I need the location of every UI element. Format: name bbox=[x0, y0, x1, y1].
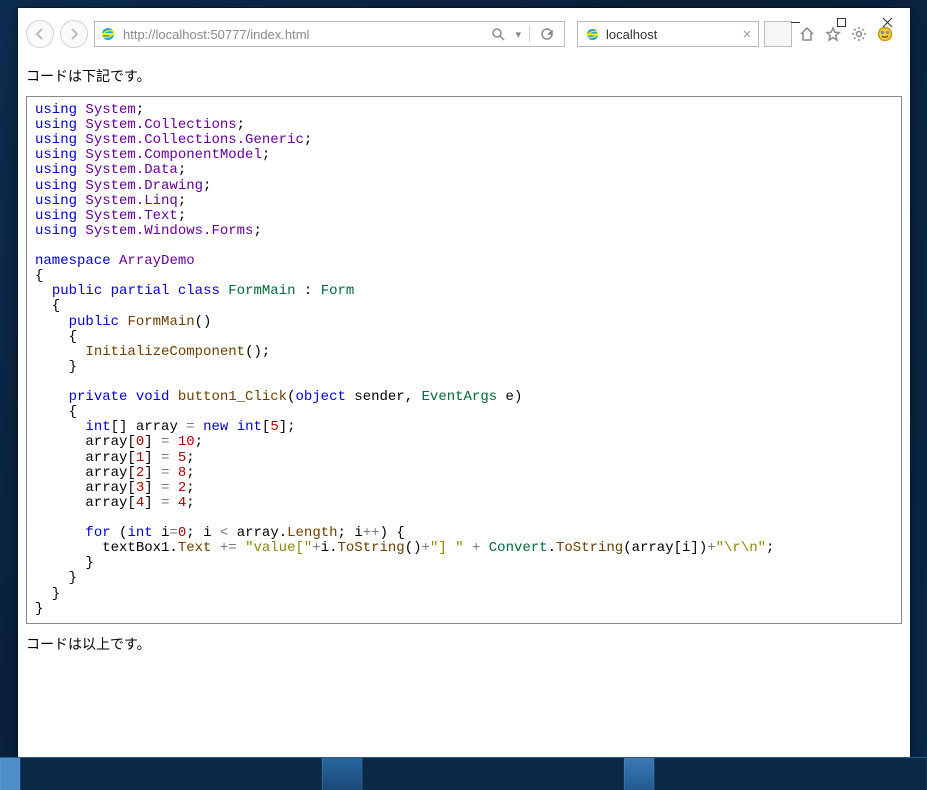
close-button[interactable] bbox=[864, 8, 910, 36]
desktop: ▾ localhost × bbox=[0, 0, 927, 790]
maximize-icon bbox=[836, 17, 847, 28]
ie-icon bbox=[99, 25, 117, 43]
separator bbox=[529, 26, 530, 42]
taskbar-seg bbox=[654, 758, 927, 790]
window-controls bbox=[772, 8, 910, 36]
maximize-button[interactable] bbox=[818, 8, 864, 36]
minimize-button[interactable] bbox=[772, 8, 818, 36]
browser-window: ▾ localhost × bbox=[18, 8, 910, 760]
refresh-button[interactable] bbox=[538, 25, 556, 43]
arrow-left-icon bbox=[33, 27, 47, 41]
back-button[interactable] bbox=[26, 20, 54, 48]
arrow-right-icon bbox=[67, 27, 81, 41]
address-tools: ▾ bbox=[481, 25, 564, 43]
browser-tab[interactable]: localhost × bbox=[577, 21, 759, 47]
taskbar[interactable] bbox=[0, 757, 927, 790]
intro-text: コードは下記です。 bbox=[26, 66, 902, 86]
search-icon bbox=[491, 27, 505, 41]
refresh-icon bbox=[540, 27, 554, 41]
outro-text: コードは以上です。 bbox=[26, 634, 902, 654]
ie-icon bbox=[583, 25, 601, 43]
search-button[interactable] bbox=[489, 25, 507, 43]
taskbar-segments bbox=[0, 758, 927, 790]
taskbar-seg bbox=[0, 758, 20, 790]
dropdown-icon[interactable]: ▾ bbox=[515, 28, 521, 41]
address-bar[interactable]: ▾ bbox=[94, 21, 565, 47]
code-block: using System; using System.Collections; … bbox=[26, 96, 902, 624]
taskbar-seg bbox=[624, 758, 654, 790]
close-icon bbox=[882, 17, 893, 28]
tab-close-button[interactable]: × bbox=[736, 26, 758, 43]
taskbar-seg bbox=[322, 758, 362, 790]
page-content[interactable]: コードは下記です。 using System; using System.Col… bbox=[18, 56, 910, 760]
tab-title: localhost bbox=[606, 27, 736, 42]
taskbar-seg bbox=[362, 758, 624, 790]
minimize-icon bbox=[790, 17, 801, 28]
url-input[interactable] bbox=[121, 23, 481, 45]
taskbar-seg bbox=[20, 758, 322, 790]
forward-button[interactable] bbox=[60, 20, 88, 48]
